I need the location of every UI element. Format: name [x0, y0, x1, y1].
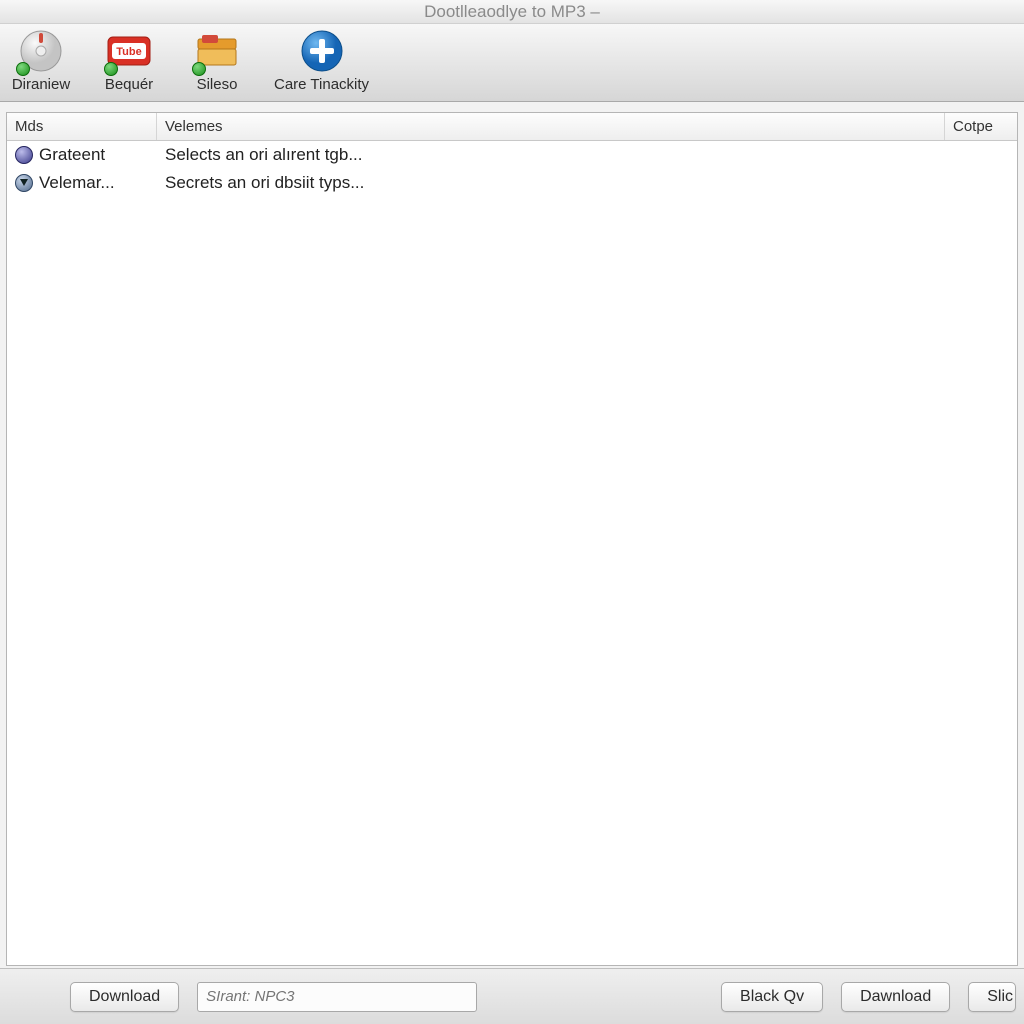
column-headers: Mds Velemes Cotpe [7, 113, 1017, 141]
download-right-button[interactable]: Dawnload [841, 982, 950, 1012]
list-body: Grateent Selects an ori alırent tgb... V… [7, 141, 1017, 965]
toolbar-button-diraniew[interactable]: Diraniew [10, 28, 72, 93]
toolbar-button-care-tinackity[interactable]: Care Tinackity [274, 28, 369, 93]
slic-button[interactable]: Slic [968, 982, 1016, 1012]
folder-icon [194, 28, 240, 74]
globe-icon [15, 146, 33, 164]
disc-icon [18, 28, 64, 74]
column-header-mds[interactable]: Mds [7, 113, 157, 140]
row-name: Velemar... [39, 173, 115, 193]
plus-icon [299, 28, 345, 74]
toolbar-label: Bequér [105, 76, 153, 93]
toolbar-label: Sileso [197, 76, 238, 93]
black-qv-button[interactable]: Black Qv [721, 982, 823, 1012]
table-row[interactable]: Velemar... Secrets an ori dbsiit typs... [7, 169, 1017, 197]
download-left-button[interactable]: Download [70, 982, 179, 1012]
column-header-velemes[interactable]: Velemes [157, 113, 945, 140]
tube-icon: Tube [106, 28, 152, 74]
column-header-cotpe[interactable]: Cotpe [945, 113, 1017, 140]
toolbar: Diraniew Tube Bequér [0, 24, 1024, 102]
row-name: Grateent [39, 145, 105, 165]
list-panel: Mds Velemes Cotpe Grateent Selects an or… [6, 112, 1018, 966]
bottombar: Download Black Qv Dawnload Slic [0, 968, 1024, 1024]
toolbar-label: Diraniew [12, 76, 70, 93]
toolbar-button-bequer[interactable]: Tube Bequér [98, 28, 160, 93]
download-arrow-icon [15, 174, 33, 192]
format-input[interactable] [197, 982, 477, 1012]
titlebar: Dootlleaodlye to MP3 – [0, 0, 1024, 24]
svg-text:Tube: Tube [116, 46, 141, 58]
row-desc: Secrets an ori dbsiit typs... [157, 173, 945, 193]
app-window: Dootlleaodlye to MP3 – Dirani [0, 0, 1024, 1024]
table-row[interactable]: Grateent Selects an ori alırent tgb... [7, 141, 1017, 169]
toolbar-button-sileso[interactable]: Sileso [186, 28, 248, 93]
row-desc: Selects an ori alırent tgb... [157, 145, 945, 165]
toolbar-label: Care Tinackity [274, 76, 369, 93]
